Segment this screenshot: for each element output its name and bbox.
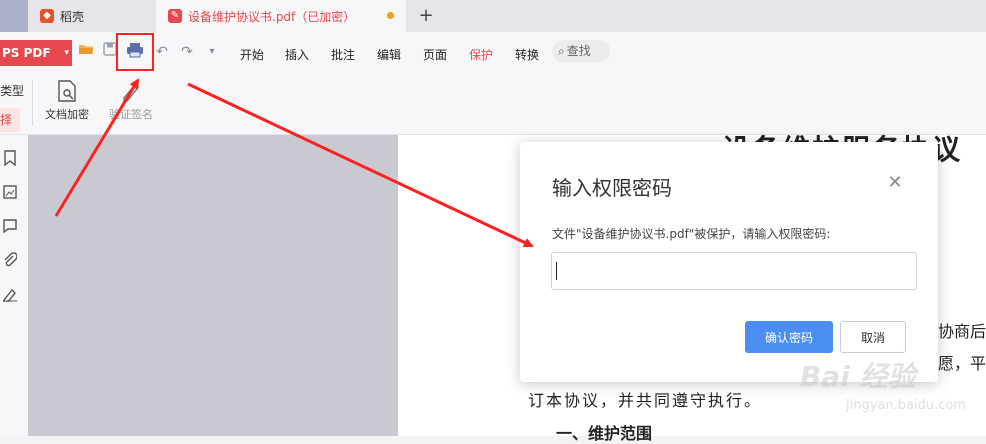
tab-bar-left-stub[interactable]: [0, 0, 28, 32]
document-text-line: 订本协议，并共同遵守执行。: [528, 391, 763, 410]
open-folder-icon[interactable]: [76, 42, 96, 62]
search-button[interactable]: ⌕ 查找: [552, 40, 610, 62]
docer-logo-icon: ◆: [40, 9, 54, 23]
tab-docer[interactable]: ◆ 稻壳: [28, 0, 156, 32]
menu-annotate[interactable]: 批注: [331, 46, 355, 63]
unsaved-dot-icon: [387, 12, 394, 19]
ribbon-divider: [32, 80, 33, 126]
app-menu-label: PS PDF: [2, 46, 51, 60]
menu-protect[interactable]: 保护: [469, 46, 493, 63]
search-icon: ⌕: [558, 44, 565, 58]
ribbon-side-label[interactable]: 类型: [0, 82, 24, 99]
tab-docer-label: 稻壳: [60, 9, 85, 24]
menu-home[interactable]: 开始: [240, 46, 264, 63]
encrypt-document-label: 文档加密: [45, 108, 89, 121]
menu-page[interactable]: 页面: [423, 46, 447, 63]
thumbnail-icon[interactable]: [2, 185, 18, 203]
redo-icon[interactable]: ↷: [177, 42, 197, 62]
dialog-title: 输入权限密码: [552, 176, 672, 200]
tab-pdf-label: 设备维护协议书.pdf（已加密）: [188, 9, 356, 24]
watermark-url: jingyan.baidu.com: [846, 398, 966, 413]
new-tab-button[interactable]: +: [416, 4, 436, 28]
close-icon[interactable]: ✕: [884, 172, 906, 194]
confirm-password-button[interactable]: 确认密码: [745, 321, 833, 353]
print-highlight-box: [116, 33, 154, 71]
document-text-fragment: 协商后: [938, 322, 986, 341]
document-heading: 一、维护范围: [556, 424, 653, 443]
comment-icon[interactable]: [2, 219, 18, 237]
verify-signature-icon: [120, 80, 142, 102]
menu-edit[interactable]: 编辑: [377, 46, 401, 63]
cancel-button[interactable]: 取消: [840, 321, 906, 353]
bookmark-icon[interactable]: [2, 150, 18, 168]
pdf-file-icon: ✎: [168, 9, 182, 23]
dialog-message: 文件"设备维护协议书.pdf"被保护，请输入权限密码:: [552, 227, 831, 241]
undo-icon[interactable]: ↶: [152, 42, 172, 62]
encrypt-document-button[interactable]: 文档加密: [37, 80, 97, 122]
document-encrypt-icon: [56, 80, 78, 102]
text-caret: [556, 262, 557, 280]
signature-icon[interactable]: [2, 286, 18, 304]
menu-convert[interactable]: 转换: [515, 46, 539, 63]
app-menu-button[interactable]: PS PDF ▾: [0, 40, 72, 66]
search-label: 查找: [566, 44, 591, 58]
chevron-down-icon: ▾: [64, 48, 69, 58]
verify-signature-label: 验证签名: [109, 108, 153, 121]
attachment-icon[interactable]: [2, 252, 18, 270]
tab-pdf-document[interactable]: ✎ 设备维护协议书.pdf（已加密）: [156, 0, 406, 32]
watermark-logo: Bai 经验: [800, 360, 916, 393]
document-text-fragment: 愿，平: [938, 354, 986, 373]
password-input[interactable]: [551, 252, 917, 290]
verify-signature-button[interactable]: 验证签名: [101, 80, 161, 122]
menu-insert[interactable]: 插入: [285, 46, 309, 63]
dropdown-icon[interactable]: ▾: [202, 42, 222, 62]
ribbon-side-select[interactable]: 择: [0, 108, 20, 132]
